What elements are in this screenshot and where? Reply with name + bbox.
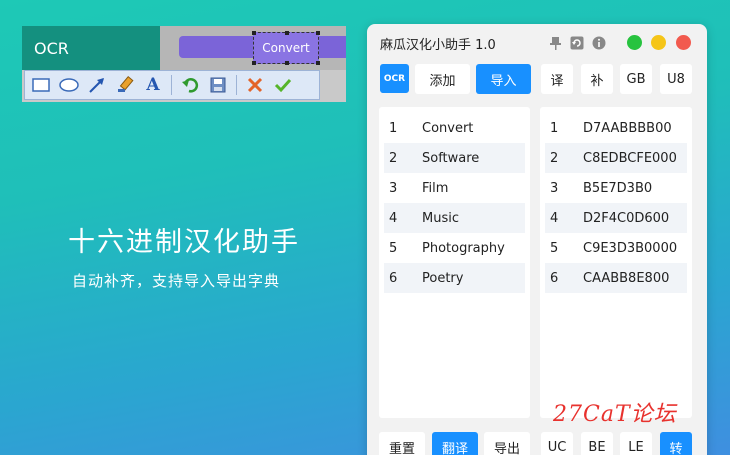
hex-code-list[interactable]: 1 D7AABBBB00 2 C8EDBCFE000 3 B5E7D3B0 4 D2F4… bbox=[540, 107, 692, 418]
rectangle-icon[interactable] bbox=[29, 73, 53, 97]
reset-button[interactable]: 重置 bbox=[379, 432, 425, 455]
be-button[interactable]: BE bbox=[581, 432, 613, 455]
export-button[interactable]: 导出 bbox=[484, 432, 530, 455]
resize-handle[interactable] bbox=[285, 31, 289, 35]
list-item[interactable]: 4 D2F4C0D600 bbox=[545, 203, 687, 233]
list-item[interactable]: 2 C8EDBCFE000 bbox=[545, 143, 687, 173]
ocr-toolbar: A bbox=[24, 70, 320, 100]
window-maximize-button[interactable] bbox=[627, 35, 642, 50]
translate-button[interactable]: 翻译 bbox=[432, 432, 478, 455]
app-window: 麻瓜汉化小助手 1.0 OCR 添加 导入 译 补 GB U8 1 Convert… bbox=[367, 24, 707, 455]
resize-handle[interactable] bbox=[316, 61, 320, 65]
info-icon[interactable] bbox=[591, 35, 606, 50]
window-close-button[interactable] bbox=[676, 35, 691, 50]
arrow-icon[interactable] bbox=[85, 73, 109, 97]
list-item[interactable]: 6 Poetry bbox=[384, 263, 525, 293]
watermark: 27CaT论坛 bbox=[553, 402, 677, 427]
promo-subtitle: 自动补齐，支持导入导出字典 bbox=[72, 272, 281, 290]
ocr-selection-box[interactable]: Convert bbox=[252, 31, 320, 65]
text-icon[interactable]: A bbox=[141, 73, 165, 97]
pin-icon[interactable] bbox=[548, 35, 563, 50]
list-item[interactable]: 2 Software bbox=[384, 143, 525, 173]
ellipse-icon[interactable] bbox=[57, 73, 81, 97]
toolbar-separator bbox=[236, 75, 237, 95]
convert-button[interactable]: 转 bbox=[660, 432, 692, 455]
ocr-selection-text: Convert bbox=[262, 41, 310, 55]
uc-button[interactable]: UC bbox=[541, 432, 573, 455]
resize-handle[interactable] bbox=[252, 31, 256, 35]
undo-icon[interactable] bbox=[178, 73, 202, 97]
gb-encoding-button[interactable]: GB bbox=[620, 64, 652, 94]
promo-title: 十六进制汉化助手 bbox=[68, 227, 300, 258]
resize-handle[interactable] bbox=[316, 31, 320, 35]
list-item[interactable]: 5 C9E3D3B0000 bbox=[545, 233, 687, 263]
list-item[interactable]: 1 Convert bbox=[384, 113, 525, 143]
translate-short-button[interactable]: 译 bbox=[541, 64, 573, 94]
le-button[interactable]: LE bbox=[620, 432, 652, 455]
list-item[interactable]: 3 Film bbox=[384, 173, 525, 203]
resize-handle[interactable] bbox=[285, 61, 289, 65]
ocr-button[interactable]: OCR bbox=[380, 64, 409, 93]
list-item[interactable]: 3 B5E7D3B0 bbox=[545, 173, 687, 203]
complete-button[interactable]: 补 bbox=[581, 64, 613, 94]
cancel-icon[interactable] bbox=[243, 73, 267, 97]
highlighter-icon[interactable] bbox=[113, 73, 137, 97]
ocr-demo-label: OCR bbox=[22, 26, 160, 70]
ocr-demo-panel: OCR Convert A bbox=[22, 26, 346, 102]
list-item[interactable]: 6 CAABB8E800 bbox=[545, 263, 687, 293]
window-minimize-button[interactable] bbox=[651, 35, 666, 50]
add-button[interactable]: 添加 bbox=[415, 64, 470, 94]
u8-encoding-button[interactable]: U8 bbox=[660, 64, 692, 94]
list-item[interactable]: 5 Photography bbox=[384, 233, 525, 263]
list-item[interactable]: 1 D7AABBBB00 bbox=[545, 113, 687, 143]
window-title: 麻瓜汉化小助手 1.0 bbox=[380, 38, 496, 53]
toolbar-separator bbox=[171, 75, 172, 95]
import-button[interactable]: 导入 bbox=[476, 64, 531, 94]
save-icon[interactable] bbox=[206, 73, 230, 97]
list-item[interactable]: 4 Music bbox=[384, 203, 525, 233]
refresh-icon[interactable] bbox=[569, 35, 584, 50]
resize-handle[interactable] bbox=[252, 61, 256, 65]
confirm-icon[interactable] bbox=[271, 73, 295, 97]
source-word-list[interactable]: 1 Convert 2 Software 3 Film 4 Music 5 Photogr… bbox=[379, 107, 530, 418]
